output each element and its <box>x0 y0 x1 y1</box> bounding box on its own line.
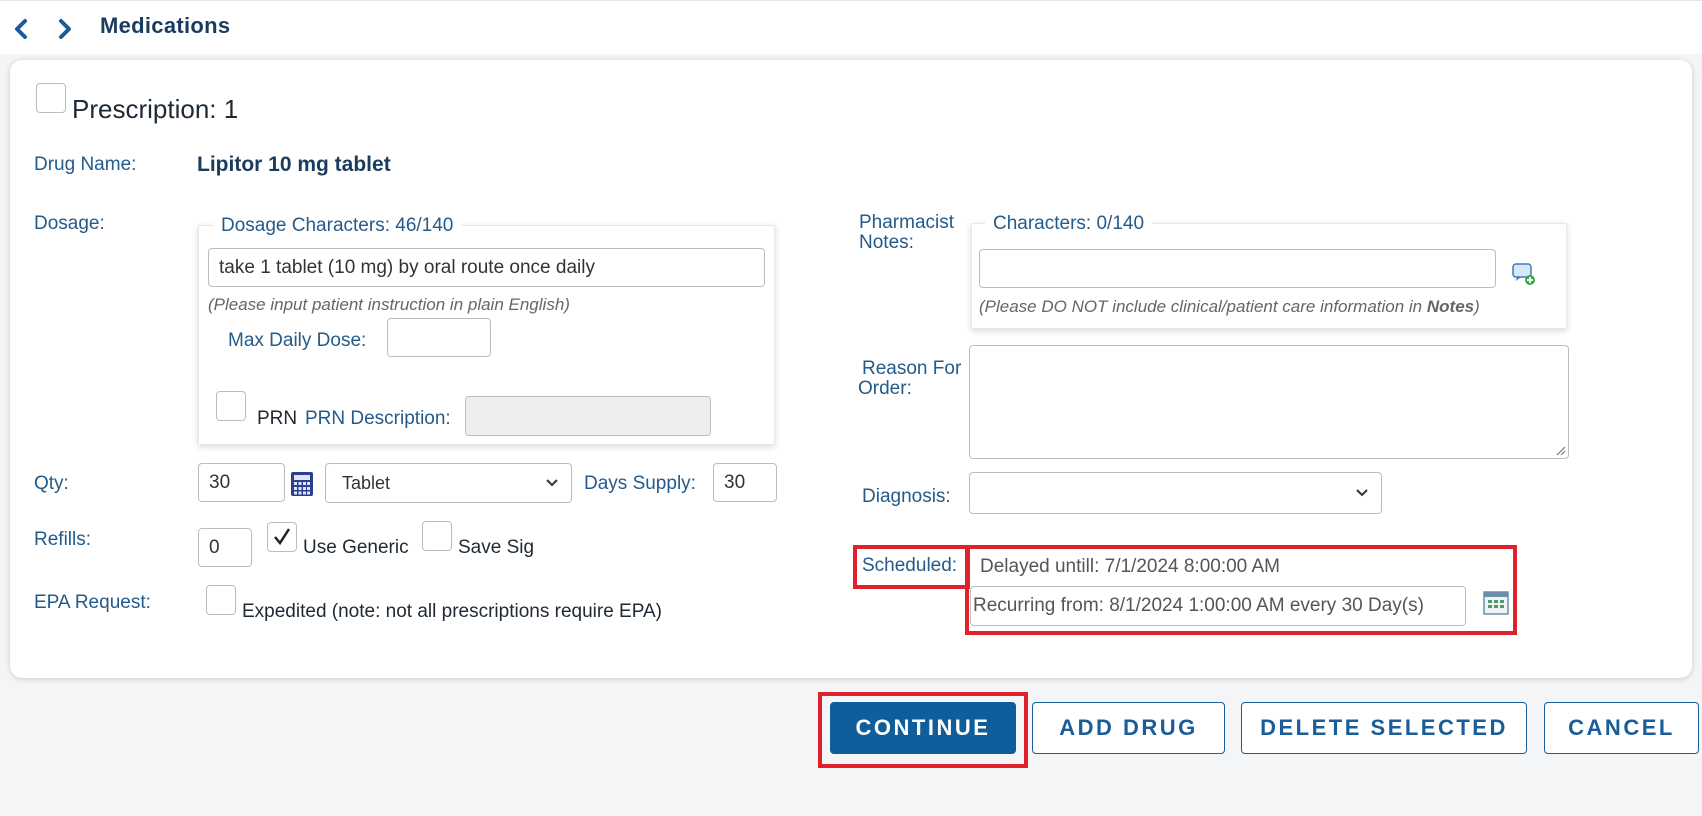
save-sig-label: Save Sig <box>458 537 535 558</box>
chevron-down-icon <box>1356 489 1368 497</box>
prn-checkbox[interactable] <box>216 391 246 421</box>
cancel-button[interactable]: CANCEL <box>1544 702 1699 754</box>
scheduled-recurring-field[interactable]: Recurring from: 8/1/2024 1:00:00 AM ever… <box>970 586 1466 626</box>
delete-selected-button[interactable]: DELETE SELECTED <box>1241 702 1527 754</box>
diagnosis-select[interactable] <box>969 472 1382 514</box>
diagnosis-label: Diagnosis: <box>862 486 951 507</box>
save-sig-checkbox[interactable] <box>422 521 452 551</box>
prn-description-label: PRN Description: <box>305 408 451 429</box>
max-daily-dose-label: Max Daily Dose: <box>228 330 367 351</box>
calculator-icon[interactable] <box>290 471 314 497</box>
drug-name-value: Lipitor 10 mg tablet <box>197 153 391 176</box>
unit-select[interactable]: Tablet <box>325 463 572 503</box>
pharmacist-notes-hint-bold: Notes <box>1426 297 1475 316</box>
dosage-input[interactable]: take 1 tablet (10 mg) by oral route once… <box>208 248 765 287</box>
add-note-icon[interactable] <box>1511 261 1537 287</box>
reason-for-order-label: Reason For Order: <box>858 359 961 399</box>
pharmacist-notes-hint-prefix: (Please DO NOT include clinical/patient … <box>979 297 1427 316</box>
pharmacist-notes-hint-suffix: ) <box>1474 297 1480 316</box>
expedited-label: Expedited (note: not all prescriptions r… <box>242 601 662 622</box>
prn-label: PRN <box>257 408 298 429</box>
reason-label-line1: Reason For <box>862 358 962 379</box>
days-supply-label: Days Supply: <box>584 473 696 494</box>
qty-label: Qty: <box>34 473 69 494</box>
continue-button[interactable]: CONTINUE <box>830 702 1016 754</box>
calendar-schedule-icon[interactable] <box>1483 591 1509 615</box>
back-arrow-icon[interactable] <box>8 14 34 44</box>
epa-request-label: EPA Request: <box>34 592 151 613</box>
reason-label-line2: Order: <box>858 378 912 399</box>
pharmacist-notes-label-line1: Pharmacist <box>859 212 955 233</box>
dosage-legend: Dosage Characters: 46/140 <box>213 215 462 237</box>
prescription-title: Prescription: 1 <box>72 94 239 124</box>
pharmacist-notes-legend: Characters: 0/140 <box>985 213 1153 235</box>
page-title: Medications <box>100 13 231 38</box>
add-drug-button[interactable]: ADD DRUG <box>1032 702 1225 754</box>
prescription-select-checkbox[interactable] <box>36 83 66 113</box>
resize-grip-icon[interactable] <box>1554 444 1566 456</box>
refills-label: Refills: <box>34 529 92 550</box>
chevron-down-icon <box>546 479 558 487</box>
checkmark-icon <box>274 528 291 546</box>
reason-for-order-textarea[interactable] <box>969 345 1569 459</box>
pharmacist-notes-input[interactable] <box>979 249 1496 288</box>
use-generic-label: Use Generic <box>303 537 409 558</box>
drug-name-label: Drug Name: <box>34 154 137 175</box>
scheduled-label: Scheduled: <box>862 555 958 576</box>
pharmacist-notes-label: Pharmacist Notes: <box>859 213 954 253</box>
use-generic-checkbox[interactable] <box>267 522 297 552</box>
scheduled-delayed-text: Delayed untill: 7/1/2024 8:00:00 AM <box>980 556 1280 577</box>
qty-input[interactable]: 30 <box>198 463 285 502</box>
max-daily-dose-input[interactable] <box>387 318 491 357</box>
top-bar <box>0 0 1702 54</box>
unit-select-value: Tablet <box>342 472 391 493</box>
forward-arrow-icon[interactable] <box>52 14 78 44</box>
prn-description-input[interactable] <box>465 396 711 436</box>
dosage-hint: (Please input patient instruction in pla… <box>208 295 570 314</box>
dosage-label: Dosage: <box>34 213 105 234</box>
pharmacist-notes-hint: (Please DO NOT include clinical/patient … <box>979 297 1480 317</box>
pharmacist-notes-label-line2: Notes: <box>859 232 914 253</box>
expedited-checkbox[interactable] <box>206 585 236 615</box>
days-supply-input[interactable]: 30 <box>713 463 777 502</box>
refills-input[interactable]: 0 <box>198 528 252 567</box>
